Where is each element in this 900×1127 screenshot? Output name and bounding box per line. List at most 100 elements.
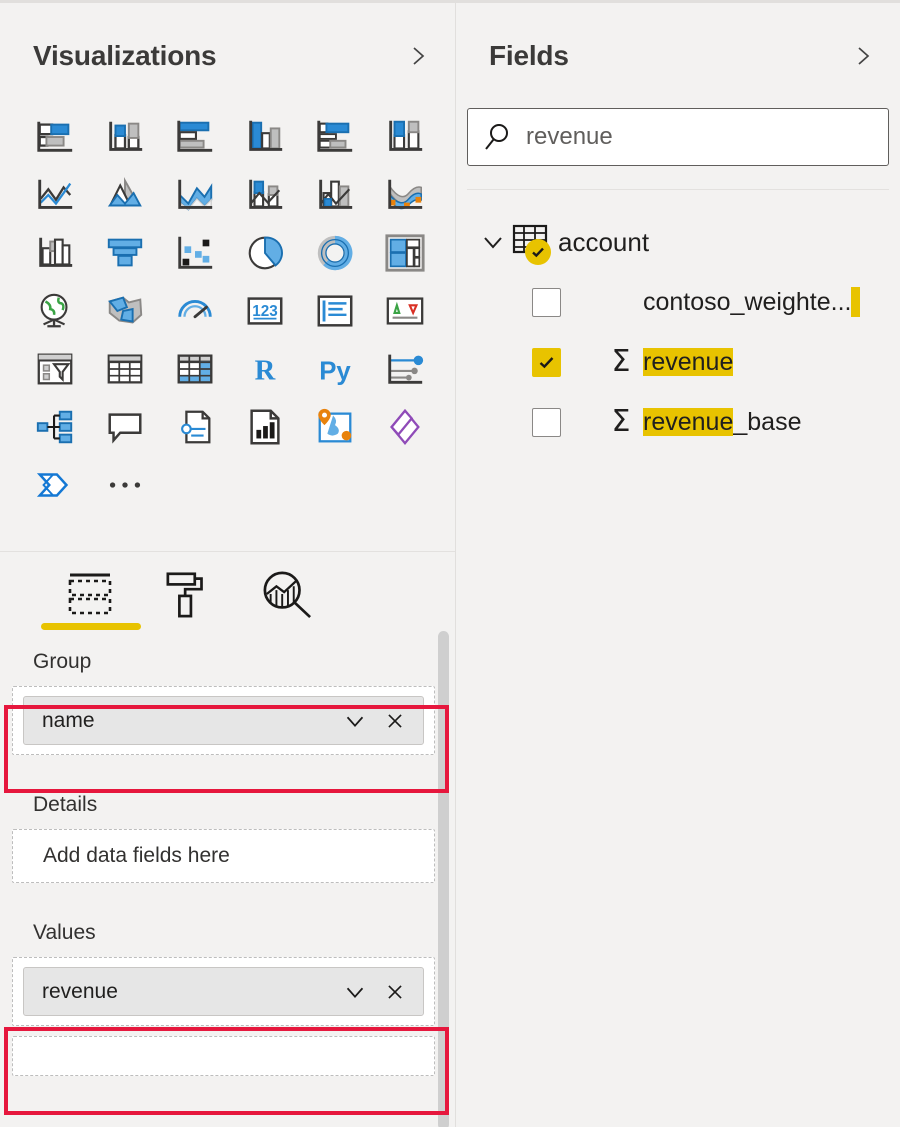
- field-pill-label: name: [42, 710, 335, 731]
- field-pill-revenue[interactable]: revenue: [23, 967, 424, 1016]
- hundred-percent-stacked-column-chart-icon[interactable]: [382, 114, 428, 160]
- funnel-chart-icon[interactable]: [102, 230, 148, 276]
- kpi-icon[interactable]: [382, 288, 428, 334]
- field-label-suffix: _base: [733, 408, 801, 436]
- well-group[interactable]: name: [12, 686, 435, 755]
- field-wells: Group name Details: [0, 648, 455, 1127]
- fields-tree: account contoso_weighte... Σ revenue Σ r…: [456, 190, 900, 452]
- field-row-contoso-weighted[interactable]: contoso_weighte...: [456, 272, 900, 332]
- stacked-area-chart-icon[interactable]: [172, 172, 218, 218]
- paginated-report-icon[interactable]: [242, 404, 288, 450]
- gauge-icon[interactable]: [172, 288, 218, 334]
- well-label-group: Group: [0, 648, 455, 686]
- chevron-right-icon[interactable]: [405, 43, 431, 69]
- python-visual-icon[interactable]: Py: [312, 346, 358, 392]
- sigma-icon: Σ: [599, 347, 643, 377]
- chevron-right-icon[interactable]: [850, 43, 876, 69]
- search-match-highlight: revenue: [643, 408, 733, 436]
- table-icon[interactable]: [102, 346, 148, 392]
- hundred-percent-stacked-bar-chart-icon[interactable]: [312, 114, 358, 160]
- well-details[interactable]: Add data fields here: [12, 829, 435, 883]
- search-input[interactable]: revenue: [467, 108, 889, 166]
- line-chart-icon[interactable]: [32, 172, 78, 218]
- visualization-type-gallery[interactable]: 123: [0, 108, 455, 514]
- q-and-a-icon[interactable]: [102, 404, 148, 450]
- search-icon: [482, 122, 512, 152]
- well-label-details: Details: [0, 755, 455, 829]
- field-checkbox[interactable]: [532, 288, 561, 317]
- well-values[interactable]: revenue: [12, 957, 435, 1026]
- key-influencers-icon[interactable]: [382, 346, 428, 392]
- azure-map-icon[interactable]: [312, 404, 358, 450]
- field-row-revenue[interactable]: Σ revenue: [456, 332, 900, 392]
- tab-indicator: [139, 623, 239, 630]
- fields-title: Fields: [489, 42, 569, 70]
- close-icon[interactable]: [375, 972, 415, 1012]
- clustered-bar-chart-icon[interactable]: [172, 114, 218, 160]
- svg-text:R: R: [255, 355, 276, 387]
- well-tooltips[interactable]: [12, 1036, 435, 1076]
- search-value: revenue: [526, 125, 613, 149]
- pie-chart-icon[interactable]: [242, 230, 288, 276]
- power-automate-icon[interactable]: [32, 462, 78, 508]
- tab-active-indicator: [41, 623, 141, 630]
- power-apps-icon[interactable]: [382, 404, 428, 450]
- fields-header: Fields: [456, 3, 900, 108]
- field-checkbox[interactable]: [532, 348, 561, 377]
- map-icon[interactable]: [32, 288, 78, 334]
- checkmark-badge-icon: [525, 239, 551, 265]
- visualizations-pane: Visualizations: [0, 0, 455, 1127]
- clustered-column-chart-icon[interactable]: [242, 114, 288, 160]
- fields-pane: Fields revenue: [455, 0, 900, 1127]
- table-node-label: account: [558, 229, 649, 255]
- area-chart-icon[interactable]: [102, 172, 148, 218]
- treemap-icon[interactable]: [382, 230, 428, 276]
- well-details-placeholder: Add data fields here: [13, 844, 230, 868]
- waterfall-chart-icon[interactable]: [32, 230, 78, 276]
- donut-chart-icon[interactable]: [312, 230, 358, 276]
- table-node-account[interactable]: account: [456, 212, 900, 272]
- line-and-clustered-column-chart-icon[interactable]: [312, 172, 358, 218]
- visualizations-header: Visualizations: [0, 3, 455, 108]
- decomposition-tree-icon[interactable]: [32, 404, 78, 450]
- scatter-chart-icon[interactable]: [172, 230, 218, 276]
- field-checkbox[interactable]: [532, 408, 561, 437]
- field-label: revenue: [643, 348, 733, 377]
- line-and-stacked-column-chart-icon[interactable]: [242, 172, 288, 218]
- svg-text:123: 123: [252, 303, 277, 320]
- field-label: revenue_base: [643, 408, 801, 437]
- tab-indicator: [237, 623, 337, 630]
- close-icon[interactable]: [375, 701, 415, 741]
- analytics-magnifier-icon: [259, 567, 315, 621]
- table-icon: [512, 221, 554, 263]
- smart-narrative-icon[interactable]: [172, 404, 218, 450]
- r-script-visual-icon[interactable]: R: [242, 346, 288, 392]
- tab-format[interactable]: [140, 559, 238, 641]
- fields-search-wrap: revenue: [456, 108, 900, 190]
- search-match-highlight: revenue: [643, 348, 733, 376]
- chevron-down-icon[interactable]: [335, 972, 375, 1012]
- stacked-bar-chart-icon[interactable]: [32, 114, 78, 160]
- field-pill-label: revenue: [42, 981, 335, 1002]
- field-pill-name[interactable]: name: [23, 696, 424, 745]
- stacked-column-chart-icon[interactable]: [102, 114, 148, 160]
- tab-fields[interactable]: [42, 559, 140, 641]
- ribbon-chart-icon[interactable]: [382, 172, 428, 218]
- build-format-analytics-tabs[interactable]: [0, 559, 455, 645]
- tab-analytics[interactable]: [238, 559, 336, 641]
- card-icon[interactable]: 123: [242, 288, 288, 334]
- field-row-revenue-base[interactable]: Σ revenue_base: [456, 392, 900, 452]
- visualizations-scrollbar[interactable]: [438, 631, 449, 1127]
- chevron-down-icon[interactable]: [335, 701, 375, 741]
- visualizations-title: Visualizations: [33, 42, 216, 70]
- multi-row-card-icon[interactable]: [312, 288, 358, 334]
- matrix-icon[interactable]: [172, 346, 218, 392]
- search-match-highlight: [851, 287, 860, 317]
- filled-map-icon[interactable]: [102, 288, 148, 334]
- slicer-icon[interactable]: [32, 346, 78, 392]
- sigma-icon: Σ: [599, 407, 643, 437]
- power-bi-panes: Visualizations: [0, 0, 900, 1127]
- chevron-down-icon[interactable]: [478, 227, 508, 257]
- field-label: contoso_weighte...: [643, 287, 860, 317]
- more-options-icon[interactable]: [102, 462, 148, 508]
